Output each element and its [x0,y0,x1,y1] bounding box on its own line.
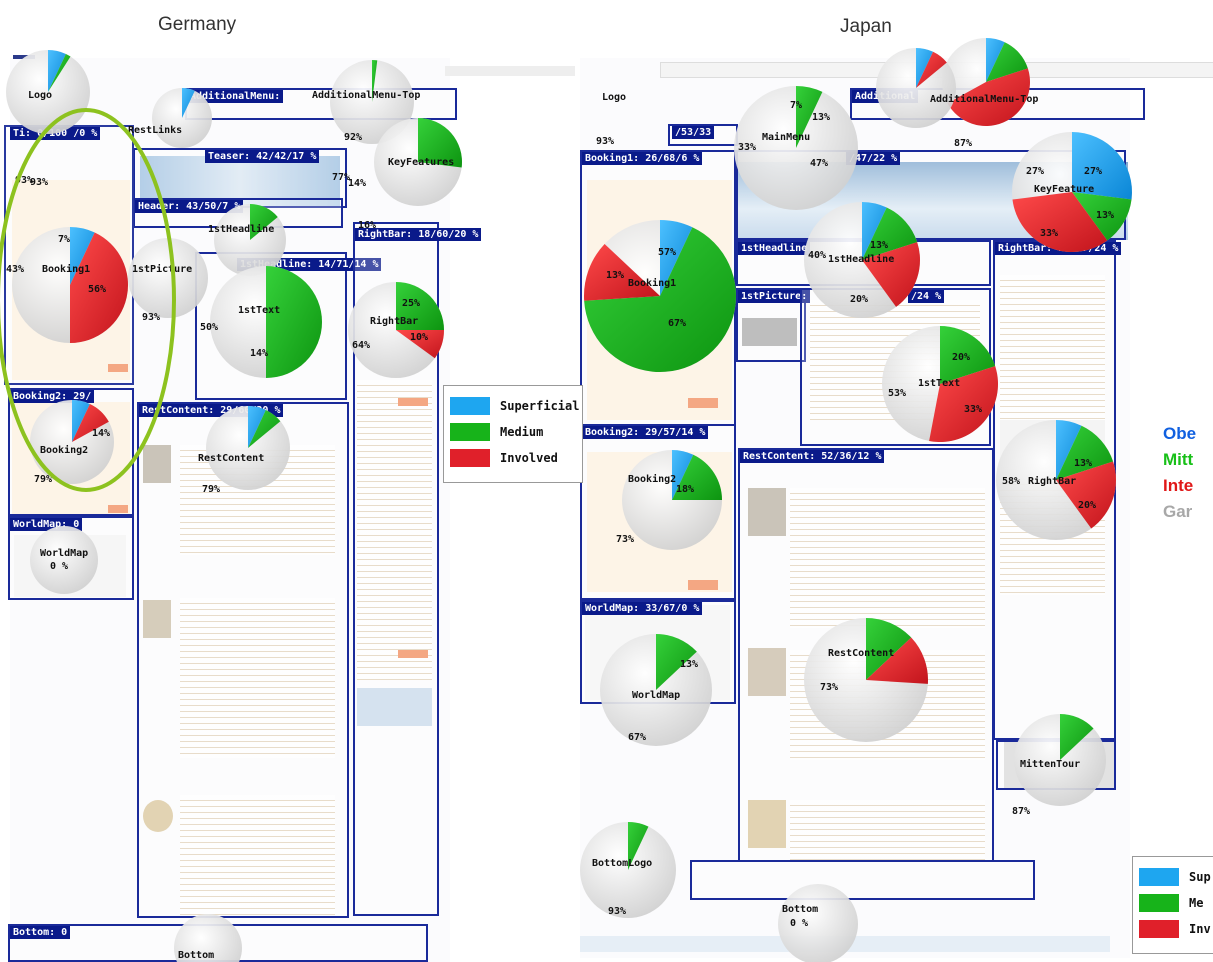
legend-label: Me [1189,896,1204,910]
side-label-gaze: Gar [1163,502,1193,521]
legend-label: Medium [500,425,544,439]
legend-small-item: Sup [1139,867,1211,887]
legend: Superficial Medium Involved [443,385,583,483]
side-label-medium: Mitt [1163,450,1194,469]
highlight-ellipse [0,108,176,492]
legend-label: Superficial [500,399,580,413]
side-label-involved: Inte [1163,476,1194,495]
highlight-ellipse-overlay [0,108,176,492]
legend-small: Sup Me Inv [1132,856,1213,954]
legend-item-medium: Medium [450,422,543,442]
legend-label: Inv [1189,922,1211,936]
swatch-involved [450,449,490,467]
legend-item-involved: Involved [450,448,558,468]
swatch-medium [450,423,490,441]
swatch-medium [1139,894,1179,912]
legend-small-item: Inv [1139,919,1211,939]
legend-label: Sup [1189,870,1211,884]
swatch-superficial [1139,868,1179,886]
swatch-involved [1139,920,1179,938]
side-label-superficial: Obe [1163,424,1197,443]
legend-label: Involved [500,451,558,465]
swatch-superficial [450,397,490,415]
legend-small-item: Me [1139,893,1203,913]
legend-item-superficial: Superficial [450,396,579,416]
